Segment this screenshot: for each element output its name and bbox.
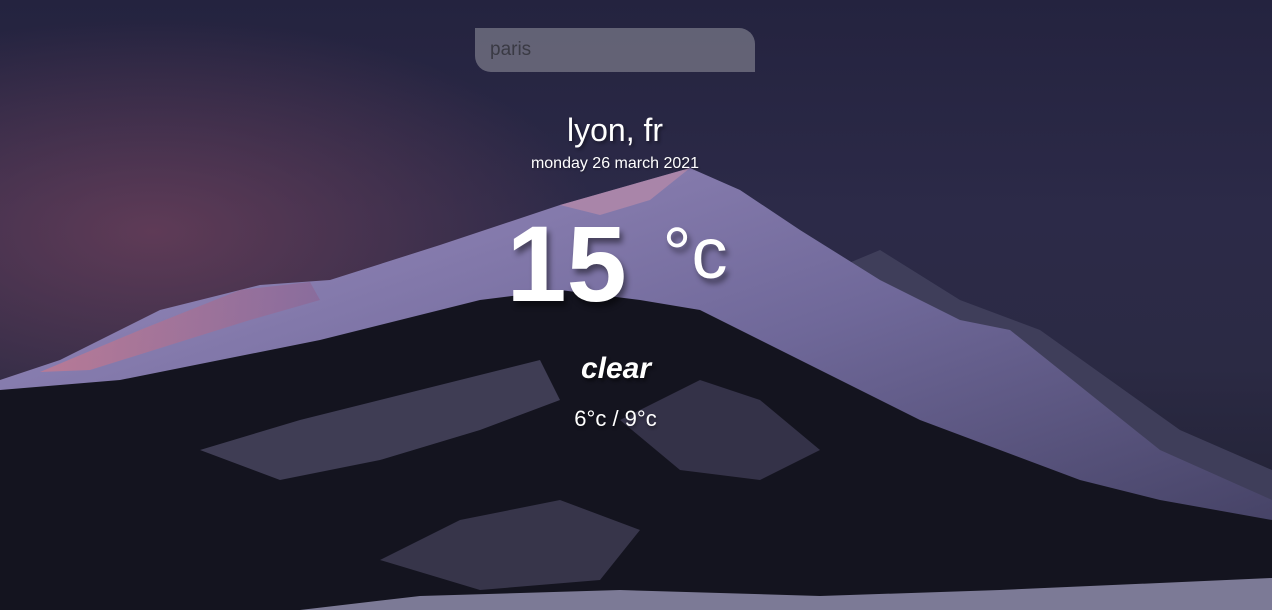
- temperature-value: 15: [506, 203, 627, 324]
- temperature-display: 15 °c: [0, 200, 1234, 318]
- date-label: monday 26 march 2021: [530, 155, 700, 172]
- city-search-input[interactable]: [475, 28, 755, 72]
- weather-app: lyon, fr monday 26 march 2021 15°c clear…: [0, 0, 1272, 610]
- location-label: lyon, fr: [566, 112, 664, 148]
- weather-condition: clear: [580, 352, 652, 385]
- temperature-range: 6°c / 9°c: [574, 406, 657, 431]
- temperature-unit: °c: [662, 214, 728, 294]
